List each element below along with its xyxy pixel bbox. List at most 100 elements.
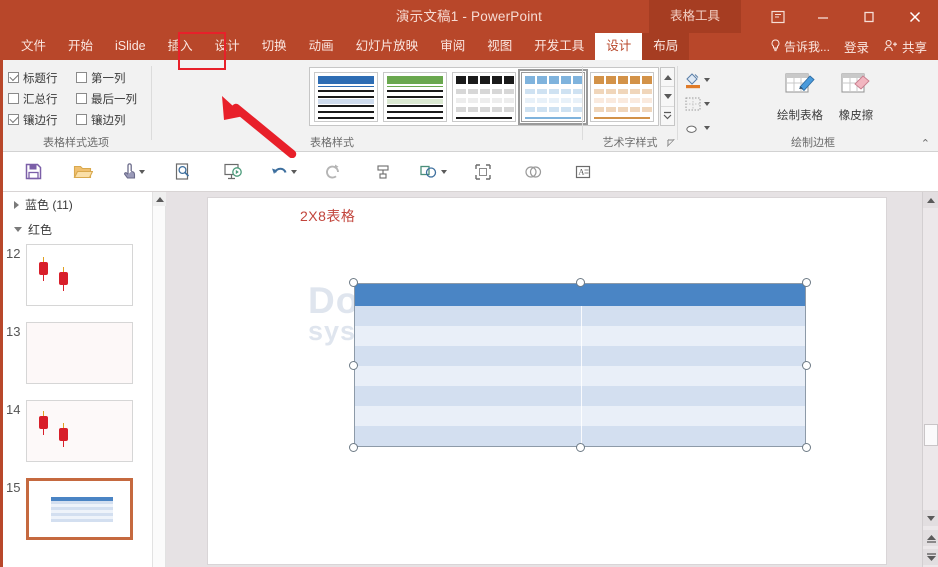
undo-icon[interactable] [258,152,308,192]
undo-caret[interactable] [291,170,297,174]
table-column-divider[interactable] [581,306,582,446]
eraser-button[interactable]: 橡皮擦 [830,68,882,123]
slide-title-text[interactable]: 2X8表格 [300,206,355,226]
tab-slideshow[interactable]: 幻灯片放映 [345,33,430,60]
slide-list-item[interactable]: 13 [0,320,152,398]
collapse-ribbon-icon[interactable]: ⌃ [921,137,930,150]
chevron-right-icon[interactable] [14,201,19,209]
checkbox-label-header-row: 标题行 [23,70,58,86]
resize-handle-bottom-left[interactable] [349,443,358,452]
save-icon[interactable] [8,152,58,192]
checkbox-header-row[interactable]: 标题行 [8,67,76,88]
table-header-row[interactable] [355,284,805,306]
checkbox-box-header-row[interactable] [8,72,19,83]
share-button[interactable]: 共享 [877,37,934,56]
chevron-down-icon[interactable] [14,227,22,232]
scroll-up-button[interactable] [923,192,938,208]
table-row[interactable] [355,406,805,426]
scrollbar-thumb[interactable] [924,424,938,446]
tell-me-label: 告诉我... [784,38,830,55]
tab-review[interactable]: 审阅 [429,33,476,60]
slide-canvas[interactable]: 2X8表格 Downpg system.com [207,197,887,565]
checkbox-last-column[interactable]: 最后一列 [76,88,144,109]
table-row[interactable] [355,346,805,366]
checkbox-box-last-column[interactable] [76,93,87,104]
tab-home[interactable]: 开始 [57,33,104,60]
resize-handle-top-left[interactable] [349,278,358,287]
resize-handle-top-right[interactable] [802,278,811,287]
table-style-thumb-black[interactable] [452,72,516,122]
scroll-down-button[interactable] [923,510,938,526]
maximize-icon[interactable] [846,0,892,33]
table-object[interactable] [354,283,806,447]
text-box-icon[interactable]: A [558,152,608,192]
borders-dialog-launcher[interactable]: ◸ [668,137,675,148]
tab-view[interactable]: 视图 [476,33,523,60]
previous-slide-button[interactable] [923,530,938,546]
table-row[interactable] [355,366,805,386]
start-slideshow-icon[interactable] [208,152,258,192]
draw-table-button[interactable]: 绘制表格 [774,68,826,123]
shapes-icon[interactable] [408,152,458,192]
resize-handle-middle-left[interactable] [349,361,358,370]
close-icon[interactable] [892,0,938,33]
slide-thumbnail-panel[interactable]: 蓝色 (11) 红色 12 13 14 [0,192,152,567]
table-object-container[interactable] [354,283,806,447]
tab-insert[interactable]: 插入 [157,33,204,60]
resize-handle-middle-right[interactable] [802,361,811,370]
main-vertical-scrollbar[interactable] [922,192,938,567]
resize-handle-bottom-right[interactable] [802,443,811,452]
next-slide-button[interactable] [923,549,938,565]
touch-mode-icon[interactable] [108,152,158,192]
tab-design[interactable]: 设计 [204,33,251,60]
slide-list-item[interactable]: 14 [0,398,152,476]
redo-icon[interactable] [308,152,358,192]
checkbox-box-total-row[interactable] [8,93,19,104]
slide-edit-area[interactable]: 2X8表格 Downpg system.com [166,192,922,567]
tab-animations[interactable]: 动画 [298,33,345,60]
ribbon-display-options-icon[interactable] [756,0,800,33]
section-red[interactable]: 红色 [0,217,152,242]
checkbox-box-banded-columns[interactable] [76,114,87,125]
slide-list-item[interactable]: 12 [0,242,152,320]
checkbox-banded-rows[interactable]: 镶边行 [8,109,76,130]
tell-me-box[interactable]: 告诉我... [764,38,836,55]
section-blue[interactable]: 蓝色 (11) [0,192,152,217]
resize-handle-top-center[interactable] [576,278,585,287]
slide-panel-scrollbar[interactable] [152,192,166,567]
table-style-thumb-green[interactable] [383,72,447,122]
minimize-icon[interactable] [800,0,846,33]
table-style-thumb-blue[interactable] [314,72,378,122]
slide-thumbnail[interactable] [26,244,133,306]
tab-developer[interactable]: 开发工具 [523,33,595,60]
ribbon-tab-bar: 文件 开始 iSlide 插入 设计 切换 动画 幻灯片放映 审阅 视图 开发工… [0,33,938,60]
sign-in-button[interactable]: 登录 [836,37,877,56]
table-row[interactable] [355,306,805,326]
slide-thumbnail[interactable] [26,322,133,384]
slide-thumbnail-selected[interactable] [26,478,133,540]
touch-mode-caret[interactable] [139,170,145,174]
resize-handle-bottom-center[interactable] [576,443,585,452]
table-row[interactable] [355,386,805,406]
slide-panel-scroll-up-button[interactable] [153,192,167,206]
tab-file[interactable]: 文件 [10,33,57,60]
tab-table-design[interactable]: 设计 [595,33,642,60]
merge-shapes-icon[interactable] [508,152,558,192]
slide-thumbnail[interactable] [26,400,133,462]
align-objects-icon[interactable] [358,152,408,192]
print-preview-icon[interactable] [158,152,208,192]
table-style-thumb-light-blue[interactable] [521,72,585,122]
selection-pane-icon[interactable] [458,152,508,192]
checkbox-box-banded-rows[interactable] [8,114,19,125]
checkbox-box-first-column[interactable] [76,72,87,83]
slide-list-item-selected[interactable]: 15 [0,476,152,554]
checkbox-first-column[interactable]: 第一列 [76,67,144,88]
tab-table-layout[interactable]: 布局 [642,33,689,60]
shapes-caret[interactable] [441,170,447,174]
table-row[interactable] [355,326,805,346]
open-folder-icon[interactable] [58,152,108,192]
tab-transitions[interactable]: 切换 [251,33,298,60]
tab-islide[interactable]: iSlide [104,33,157,60]
checkbox-total-row[interactable]: 汇总行 [8,88,76,109]
checkbox-banded-columns[interactable]: 镶边列 [76,109,144,130]
